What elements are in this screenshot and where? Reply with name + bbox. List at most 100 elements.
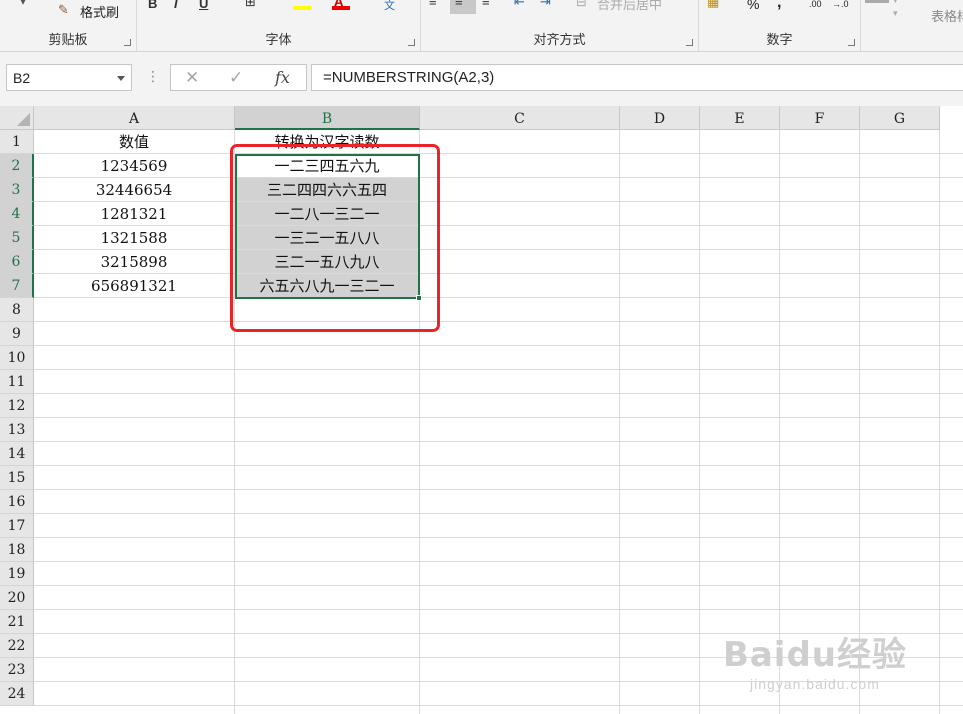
cell-a3[interactable]: 32446654 xyxy=(34,178,234,201)
row-header-13[interactable]: 13 xyxy=(0,418,34,442)
row-header-16[interactable]: 16 xyxy=(0,490,34,514)
formula-bar-grip-icon[interactable]: ⋮ xyxy=(146,68,160,85)
row-header-24[interactable]: 24 xyxy=(0,682,34,706)
currency-format-icon[interactable]: ▦ xyxy=(707,0,719,10)
row-header-18[interactable]: 18 xyxy=(0,538,34,562)
column-header-a[interactable]: A xyxy=(34,106,235,130)
bold-icon[interactable]: B xyxy=(148,0,157,11)
group-label-clipboard: 剪贴板 xyxy=(48,32,88,47)
cell-b3[interactable]: 三二四四六六五四 xyxy=(235,178,419,201)
row-header-7[interactable]: 7 xyxy=(0,274,34,298)
name-box-dropdown-icon[interactable] xyxy=(117,76,125,81)
align-center-active[interactable] xyxy=(450,0,476,14)
cancel-icon[interactable]: ✕ xyxy=(185,68,199,88)
column-header-f[interactable]: F xyxy=(780,106,860,130)
format-painter-button[interactable]: 格式刷 xyxy=(80,2,119,21)
decimal-increase-button[interactable]: .00 xyxy=(809,0,822,9)
row-header-4[interactable]: 4 xyxy=(0,202,34,226)
fill-handle[interactable] xyxy=(416,295,422,301)
column-header-c[interactable]: C xyxy=(420,106,620,130)
decrease-indent-icon[interactable]: ⇤ xyxy=(514,0,525,10)
name-box-value: B2 xyxy=(13,70,31,86)
row-header-23[interactable]: 23 xyxy=(0,658,34,682)
align-center-icon[interactable]: ≡ xyxy=(455,0,463,9)
increase-indent-icon[interactable]: ⇥ xyxy=(540,0,551,10)
column-header-g[interactable]: G xyxy=(860,106,940,130)
gridline-vertical xyxy=(419,130,420,714)
align-right-icon[interactable]: ≡ xyxy=(482,0,490,9)
column-header-d[interactable]: D xyxy=(620,106,700,130)
cell-b4[interactable]: 一二八一三二一 xyxy=(235,202,419,225)
cell-a6[interactable]: 3215898 xyxy=(34,250,234,273)
percent-format-button[interactable]: % xyxy=(747,0,759,12)
select-all-button[interactable] xyxy=(0,106,34,130)
insert-function-button[interactable]: fx xyxy=(275,68,290,87)
row-header-15[interactable]: 15 xyxy=(0,466,34,490)
enter-icon[interactable]: ✓ xyxy=(229,68,243,88)
comma-format-button[interactable]: , xyxy=(777,0,781,12)
italic-icon[interactable]: I xyxy=(174,0,178,11)
row-header-22[interactable]: 22 xyxy=(0,634,34,658)
column-header-e[interactable]: E xyxy=(700,106,780,130)
select-all-icon xyxy=(17,113,30,126)
gridline-horizontal xyxy=(34,681,963,682)
highlight-color-icon[interactable] xyxy=(293,6,311,10)
cell-a1[interactable]: 数值 xyxy=(34,130,234,153)
row-header-17[interactable]: 17 xyxy=(0,514,34,538)
column-header-b[interactable]: B xyxy=(235,106,420,130)
row-header-20[interactable]: 20 xyxy=(0,586,34,610)
row-header-1[interactable]: 1 xyxy=(0,130,34,154)
cell-b7[interactable]: 六五六八九一三二一 xyxy=(235,274,419,297)
row-header-8[interactable]: 8 xyxy=(0,298,34,322)
font-launcher-icon[interactable] xyxy=(408,39,415,46)
cell-b2[interactable]: 一二三四五六九 xyxy=(235,154,419,177)
row-header-3[interactable]: 3 xyxy=(0,178,34,202)
gridline-horizontal xyxy=(34,585,963,586)
cell-b6[interactable]: 三二一五八九八 xyxy=(235,250,419,273)
cell-b5[interactable]: 一三二一五八八 xyxy=(235,226,419,249)
number-launcher-icon[interactable] xyxy=(848,39,855,46)
paste-button-fragment[interactable]: ▾ xyxy=(20,0,26,8)
gridline-horizontal xyxy=(34,489,963,490)
group-label-font: 字体 xyxy=(265,32,292,47)
styles-group: ▬▬ ▾ 表格样 ▾ xyxy=(861,0,963,51)
align-left-icon[interactable]: ≡ xyxy=(429,0,437,9)
style-dropdown-icon[interactable]: ▾ xyxy=(893,8,898,19)
gridline-horizontal xyxy=(34,369,963,370)
border-icon[interactable]: ⊞ xyxy=(245,0,256,10)
row-header-14[interactable]: 14 xyxy=(0,442,34,466)
row-header-19[interactable]: 19 xyxy=(0,562,34,586)
formula-input[interactable]: =NUMBERSTRING(A2,3) xyxy=(311,64,963,91)
alignment-group: ≡ ≡ ≡ ⇤ ⇥ ⊟ 合并后居中 对齐方式 xyxy=(421,0,699,51)
row-header-9[interactable]: 9 xyxy=(0,322,34,346)
cell-a2[interactable]: 1234569 xyxy=(34,154,234,177)
row-header-11[interactable]: 11 xyxy=(0,370,34,394)
row-header-2[interactable]: 2 xyxy=(0,154,34,178)
row-header-21[interactable]: 21 xyxy=(0,610,34,634)
cell-b1[interactable]: 转换为汉字读数 xyxy=(235,130,419,153)
underline-icon[interactable]: U xyxy=(199,0,208,11)
row-header-6[interactable]: 6 xyxy=(0,250,34,274)
cell-a4[interactable]: 1281321 xyxy=(34,202,234,225)
row-header-5[interactable]: 5 xyxy=(0,226,34,250)
row-header-12[interactable]: 12 xyxy=(0,394,34,418)
row-header-10[interactable]: 10 xyxy=(0,346,34,370)
gridline-horizontal xyxy=(34,513,963,514)
phonetic-icon[interactable]: 文 xyxy=(384,0,395,13)
gridline-horizontal xyxy=(34,705,963,706)
clipboard-launcher-icon[interactable] xyxy=(124,39,131,46)
conditional-format-fragment[interactable]: ▬▬ ▾ xyxy=(865,0,898,6)
baidu-watermark: Baidu经验 jingyan.baidu.com xyxy=(723,627,907,692)
gridline-horizontal xyxy=(34,465,963,466)
group-label-alignment: 对齐方式 xyxy=(533,32,586,47)
cell-a5[interactable]: 1321588 xyxy=(34,226,234,249)
decimal-decrease-button[interactable]: →.0 xyxy=(832,0,849,9)
alignment-launcher-icon[interactable] xyxy=(686,39,693,46)
spreadsheet-grid: ABCDEFG 1 2 3 4 5 6 7 8 9 10 11 12 13 14 15 16 17 18 19 20 2… xyxy=(0,106,963,714)
table-style-button[interactable]: 表格样 xyxy=(931,6,963,25)
merge-center-button[interactable]: 合并后居中 xyxy=(597,0,662,13)
name-box[interactable]: B2 xyxy=(6,64,132,91)
gridline-vertical xyxy=(859,130,860,714)
format-painter-icon: ✎ xyxy=(58,2,69,17)
cell-a7[interactable]: 656891321 xyxy=(34,274,234,297)
